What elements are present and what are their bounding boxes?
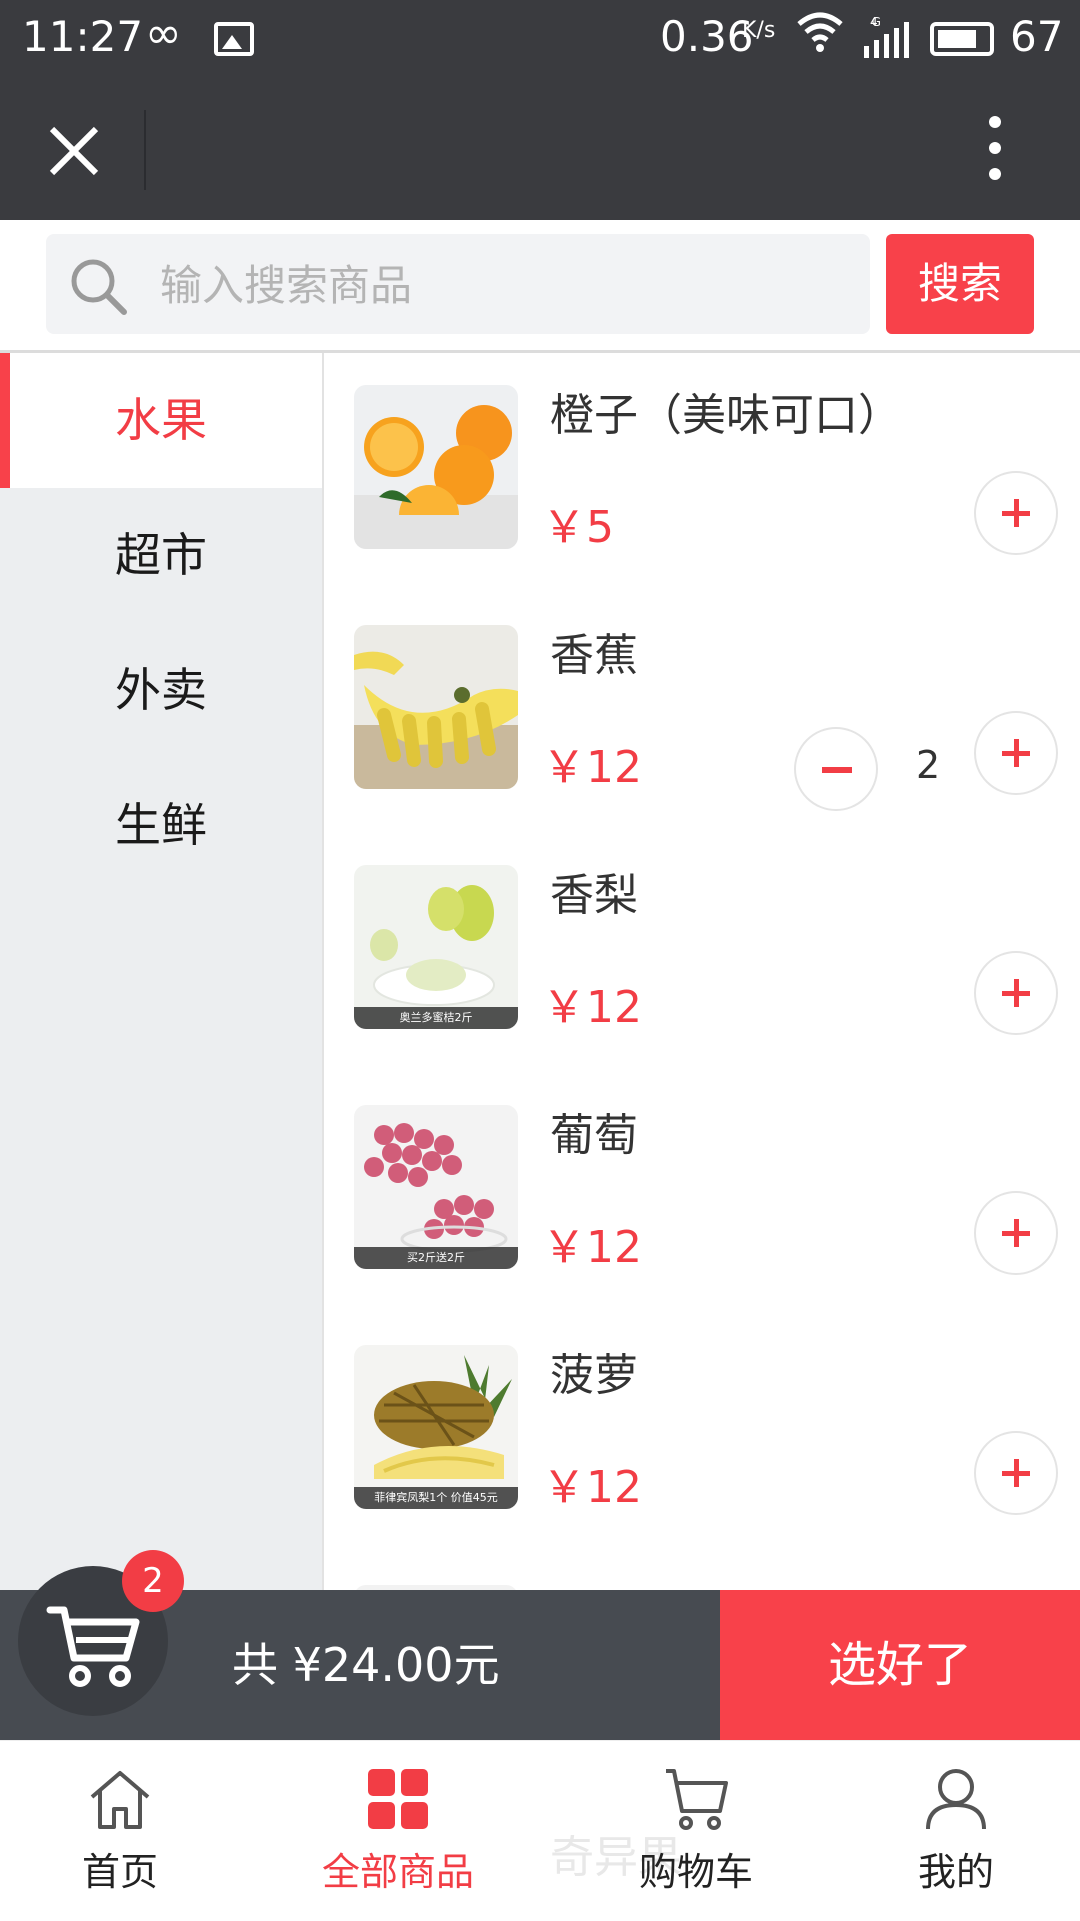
product-image-caption: 奥兰多蜜桔2斤 bbox=[354, 1007, 518, 1029]
add-to-cart-button[interactable] bbox=[974, 1431, 1058, 1515]
nav-item-profile[interactable]: 我的 bbox=[856, 1741, 1056, 1921]
nav-label: 购物车 bbox=[638, 1850, 753, 1894]
product-name: 香蕉 bbox=[550, 630, 638, 681]
search-button[interactable]: 搜索 bbox=[886, 234, 1034, 334]
home-icon bbox=[90, 1771, 150, 1829]
status-time: 11:27 bbox=[22, 12, 144, 61]
category-sidebar: 水果 超市 外卖 生鲜 bbox=[0, 353, 324, 1590]
category-item-supermarket[interactable]: 超市 bbox=[0, 488, 322, 623]
product-image-pineapple[interactable]: 菲律宾凤梨1个 价值45元 bbox=[354, 1345, 518, 1509]
search-box[interactable] bbox=[46, 234, 870, 336]
status-bar: 11:27 ∞ 0.36 K/s 4G 67 bbox=[0, 0, 1080, 80]
image-icon bbox=[214, 22, 254, 56]
user-icon bbox=[926, 1769, 986, 1830]
product-image-caption: 菲律宾凤梨1个 价值45元 bbox=[354, 1487, 518, 1509]
add-to-cart-button[interactable] bbox=[974, 711, 1058, 795]
shopping-cart-icon bbox=[46, 1606, 140, 1687]
checkout-button[interactable]: 选好了 bbox=[720, 1590, 1080, 1740]
add-to-cart-button[interactable] bbox=[974, 951, 1058, 1035]
product-price: ￥12 bbox=[542, 742, 642, 793]
bottom-navigation: 奇异果 首页 全部商品 购物车 我的 bbox=[0, 1740, 1080, 1921]
signal-icon: 4G bbox=[862, 14, 912, 69]
product-quantity: 2 bbox=[916, 743, 941, 787]
cart-count-badge: 2 bbox=[122, 1550, 184, 1612]
search-icon bbox=[71, 259, 127, 315]
more-options-icon[interactable] bbox=[980, 116, 1010, 194]
add-to-cart-button[interactable] bbox=[974, 471, 1058, 555]
close-icon[interactable] bbox=[44, 106, 104, 196]
product-image-orange[interactable] bbox=[354, 385, 518, 549]
category-item-fruit[interactable]: 水果 bbox=[0, 353, 322, 488]
nav-label: 全部商品 bbox=[321, 1850, 474, 1894]
product-item: 买2斤送2斤 葡萄 ￥12 bbox=[324, 1073, 1080, 1313]
product-name: 香梨 bbox=[550, 870, 638, 921]
product-price: ￥5 bbox=[542, 502, 614, 553]
product-price: ￥12 bbox=[542, 982, 642, 1033]
network-speed: 0.36 bbox=[660, 12, 754, 61]
product-item: 奥兰多蜜桔2斤 香梨 ￥12 bbox=[324, 833, 1080, 1073]
product-image-grape[interactable]: 买2斤送2斤 bbox=[354, 1105, 518, 1269]
product-name: 葡萄 bbox=[550, 1110, 638, 1161]
svg-text:4G: 4G bbox=[870, 15, 881, 29]
toolbar-divider bbox=[144, 110, 146, 190]
network-speed-unit: K/s bbox=[742, 18, 776, 43]
battery-level: 67 bbox=[1010, 12, 1064, 61]
cart-total: 共 ¥24.00元 bbox=[232, 1638, 500, 1692]
product-image-caption: 买2斤送2斤 bbox=[354, 1247, 518, 1269]
product-name: 菠萝 bbox=[550, 1350, 638, 1401]
nav-item-cart[interactable]: 购物车 bbox=[596, 1741, 796, 1921]
nav-label: 首页 bbox=[81, 1850, 158, 1894]
top-toolbar bbox=[0, 80, 1080, 220]
search-bar: 搜索 bbox=[0, 220, 1080, 353]
product-image-pear[interactable]: 奥兰多蜜桔2斤 bbox=[354, 865, 518, 1029]
category-item-fresh[interactable]: 生鲜 bbox=[0, 758, 322, 893]
product-image-banana[interactable] bbox=[354, 625, 518, 789]
nav-item-home[interactable]: 首页 bbox=[20, 1741, 220, 1921]
category-item-takeout[interactable]: 外卖 bbox=[0, 623, 322, 758]
add-to-cart-button[interactable] bbox=[974, 1191, 1058, 1275]
product-item: 菲律宾凤梨1个 价值45元 菠萝 ￥12 bbox=[324, 1313, 1080, 1553]
product-price: ￥12 bbox=[542, 1462, 642, 1513]
battery-icon bbox=[930, 22, 994, 56]
product-name: 橙子（美味可口） bbox=[550, 390, 902, 441]
product-item bbox=[324, 1553, 1080, 1590]
cart-icon bbox=[666, 1769, 728, 1830]
product-price: ￥12 bbox=[542, 1222, 642, 1273]
infinity-icon: ∞ bbox=[145, 8, 182, 59]
nav-label: 我的 bbox=[917, 1850, 994, 1894]
remove-from-cart-button[interactable] bbox=[794, 727, 878, 811]
grid-icon bbox=[368, 1769, 428, 1829]
product-list: 橙子（美味可口） ￥5 香蕉 ￥12 2 奥兰多蜜桔2斤 香梨 ￥12 买2斤送… bbox=[324, 353, 1080, 1590]
nav-item-all-products[interactable]: 全部商品 bbox=[298, 1741, 498, 1921]
search-input[interactable] bbox=[158, 234, 852, 336]
product-item: 橙子（美味可口） ￥5 bbox=[324, 353, 1080, 593]
wifi-icon bbox=[795, 10, 845, 64]
product-item: 香蕉 ￥12 2 bbox=[324, 593, 1080, 833]
